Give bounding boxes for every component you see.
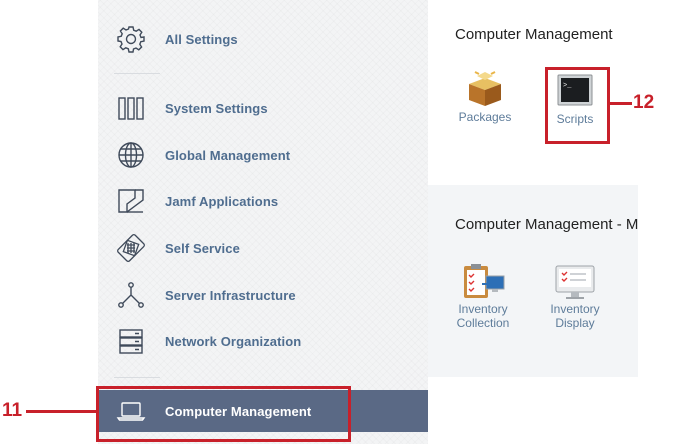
sidebar-item-jamf-applications[interactable]: Jamf Applications: [98, 181, 428, 221]
sidebar-divider: [114, 377, 160, 378]
callout-number-12: 12: [633, 92, 655, 113]
self-service-icon: [114, 231, 148, 265]
callout-box-12: [545, 67, 610, 144]
inventory-collection-tile[interactable]: Inventory Collection: [448, 262, 518, 330]
package-box-icon: [450, 70, 520, 110]
callout-line-12: [610, 102, 632, 105]
sidebar-item-system-settings[interactable]: System Settings: [98, 88, 428, 128]
tile-label: Packages: [458, 110, 512, 124]
callout-box-11: [96, 386, 351, 442]
network-nodes-icon: [114, 278, 148, 312]
sidebar-item-label: Jamf Applications: [165, 193, 279, 209]
sidebar-item-label: Server Infrastructure: [165, 287, 296, 303]
settings-sidebar: All Settings System Settings Global Mana…: [98, 0, 428, 444]
inventory-display-icon: [540, 264, 610, 302]
callout-number-11: 11: [2, 400, 23, 421]
sidebar-item-global-management[interactable]: Global Management: [98, 135, 428, 175]
packages-tile[interactable]: Packages: [450, 70, 520, 124]
tile-label: Collection: [456, 316, 510, 330]
gear-icon: [114, 22, 148, 56]
sidebar-item-label: Network Organization: [165, 333, 302, 349]
callout-line-11: [26, 410, 96, 413]
sidebar-divider: [114, 73, 160, 74]
sidebar-item-label: Global Management: [165, 147, 291, 163]
jamf-apps-icon: [114, 184, 148, 218]
server-stack-icon: [114, 324, 148, 358]
tile-label: Inventory: [458, 302, 508, 316]
section-title: Computer Management - M: [455, 216, 639, 233]
sidebar-item-all-settings[interactable]: All Settings: [98, 19, 428, 59]
section-title: Computer Management: [455, 26, 613, 43]
globe-icon: [114, 138, 148, 172]
tile-label: Inventory: [550, 302, 600, 316]
inventory-collection-icon: [448, 262, 518, 302]
tile-label: Display: [555, 316, 595, 330]
bar-columns-icon: [114, 91, 148, 125]
sidebar-item-network-organization[interactable]: Network Organization: [98, 321, 428, 361]
sidebar-item-label: System Settings: [165, 100, 268, 116]
inventory-display-tile[interactable]: Inventory Display: [540, 264, 610, 330]
sidebar-item-label: Self Service: [165, 240, 240, 256]
sidebar-item-self-service[interactable]: Self Service: [98, 228, 428, 268]
sidebar-item-label: All Settings: [165, 31, 238, 47]
sidebar-item-server-infrastructure[interactable]: Server Infrastructure: [98, 275, 428, 315]
